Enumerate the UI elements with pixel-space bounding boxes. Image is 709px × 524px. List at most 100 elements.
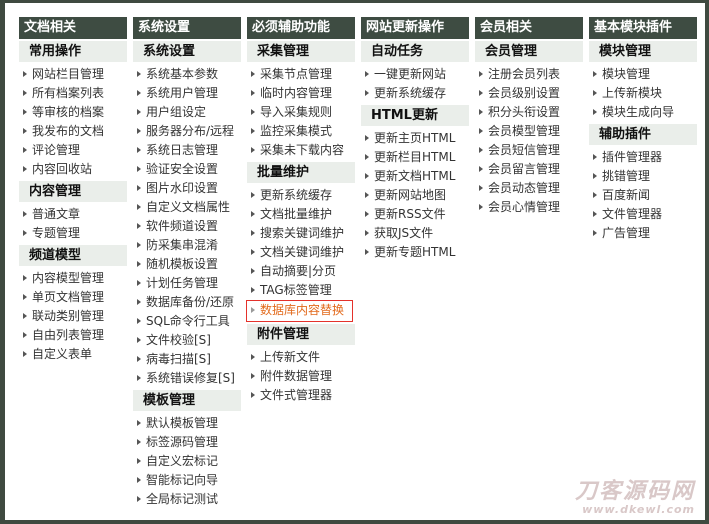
- menu-link[interactable]: 服务器分布/远程: [133, 122, 241, 141]
- menu-link[interactable]: 系统错误修复[S]: [133, 369, 241, 388]
- menu-link[interactable]: 临时内容管理: [247, 84, 355, 103]
- menu-link[interactable]: 会员心情管理: [475, 198, 583, 217]
- menu-link[interactable]: 会员留言管理: [475, 160, 583, 179]
- menu-link[interactable]: 图片水印设置: [133, 179, 241, 198]
- menu-link[interactable]: 联动类别管理: [19, 307, 127, 326]
- column-header[interactable]: 会员相关: [475, 17, 583, 39]
- menu-link[interactable]: 内容回收站: [19, 160, 127, 179]
- menu-link[interactable]: 数据库备份/还原: [133, 293, 241, 312]
- menu-link[interactable]: 防采集串混淆: [133, 236, 241, 255]
- menu-link-label: 文档批量维护: [260, 207, 333, 221]
- menu-link[interactable]: 采集节点管理: [247, 65, 355, 84]
- menu-link[interactable]: 搜索关键词维护: [247, 224, 355, 243]
- column-header[interactable]: 文档相关: [19, 17, 127, 39]
- menu-link-label: 专题管理: [32, 226, 81, 240]
- bullet-arrow-icon: [365, 173, 369, 179]
- column-header[interactable]: 系统设置: [133, 17, 241, 39]
- menu-link[interactable]: 自动摘要|分页: [247, 262, 355, 281]
- menu-link-highlighted[interactable]: 数据库内容替换: [246, 300, 353, 322]
- menu-link-label: 单页文档管理: [32, 290, 105, 304]
- menu-link[interactable]: 更新RSS文件: [361, 205, 469, 224]
- menu-link[interactable]: 自定义表单: [19, 345, 127, 364]
- menu-link[interactable]: 模块生成向导: [589, 103, 697, 122]
- menu-link[interactable]: 获取JS文件: [361, 224, 469, 243]
- menu-link[interactable]: 系统基本参数: [133, 65, 241, 84]
- menu-link[interactable]: 病毒扫描[S]: [133, 350, 241, 369]
- menu-link[interactable]: 挑错管理: [589, 167, 697, 186]
- menu-link[interactable]: 普通文章: [19, 205, 127, 224]
- menu-link[interactable]: 附件数据管理: [247, 367, 355, 386]
- menu-link[interactable]: 会员短信管理: [475, 141, 583, 160]
- menu-link[interactable]: 上传新模块: [589, 84, 697, 103]
- menu-link[interactable]: 全局标记测试: [133, 490, 241, 509]
- menu-link[interactable]: 文件管理器: [589, 205, 697, 224]
- column-header[interactable]: 必须辅助功能: [247, 17, 355, 39]
- section-header: 辅助插件: [589, 124, 697, 145]
- menu-link[interactable]: 注册会员列表: [475, 65, 583, 84]
- column-header[interactable]: 基本模块插件: [589, 17, 697, 39]
- menu-link-label: 一键更新网站: [374, 67, 447, 81]
- menu-link[interactable]: 自由列表管理: [19, 326, 127, 345]
- menu-link[interactable]: 文件校验[S]: [133, 331, 241, 350]
- menu-link[interactable]: 计划任务管理: [133, 274, 241, 293]
- menu-link[interactable]: 系统日志管理: [133, 141, 241, 160]
- menu-link[interactable]: 更新网站地图: [361, 186, 469, 205]
- menu-link[interactable]: 智能标记向导: [133, 471, 241, 490]
- menu-link[interactable]: 所有档案列表: [19, 84, 127, 103]
- menu-link[interactable]: 采集未下载内容: [247, 141, 355, 160]
- menu-link[interactable]: 单页文档管理: [19, 288, 127, 307]
- menu-link[interactable]: 默认模板管理: [133, 414, 241, 433]
- menu-link[interactable]: 网站栏目管理: [19, 65, 127, 84]
- column-header[interactable]: 网站更新操作: [361, 17, 469, 39]
- menu-column-3: 必须辅助功能 采集管理 采集节点管理 临时内容管理 导入采集规则 监控采集模式 采集未下载内…: [246, 17, 355, 405]
- menu-link[interactable]: TAG标签管理: [247, 281, 355, 300]
- menu-link[interactable]: 广告管理: [589, 224, 697, 243]
- menu-link[interactable]: 积分头衔设置: [475, 103, 583, 122]
- menu-link[interactable]: 会员模型管理: [475, 122, 583, 141]
- menu-link[interactable]: 更新栏目HTML: [361, 148, 469, 167]
- menu-link[interactable]: 更新系统缓存: [247, 186, 355, 205]
- menu-link[interactable]: 系统用户管理: [133, 84, 241, 103]
- menu-link[interactable]: 用户组设定: [133, 103, 241, 122]
- bullet-arrow-icon: [365, 135, 369, 141]
- menu-link[interactable]: 上传新文件: [247, 348, 355, 367]
- menu-link[interactable]: 会员级别设置: [475, 84, 583, 103]
- menu-link[interactable]: 随机模板设置: [133, 255, 241, 274]
- menu-link[interactable]: 我发布的文档: [19, 122, 127, 141]
- menu-link[interactable]: 插件管理器: [589, 148, 697, 167]
- menu-link[interactable]: 验证安全设置: [133, 160, 241, 179]
- menu-link[interactable]: 自定义文档属性: [133, 198, 241, 217]
- bullet-arrow-icon: [251, 373, 255, 379]
- menu-column-5: 会员相关 会员管理 注册会员列表 会员级别设置 积分头衔设置 会员模型管理 会员短信管理 会员…: [475, 17, 583, 217]
- menu-link-label: 文件校验[S]: [146, 333, 211, 347]
- bullet-arrow-icon: [593, 230, 597, 236]
- menu-link[interactable]: 更新专题HTML: [361, 243, 469, 262]
- menu-link-label: 图片水印设置: [146, 181, 219, 195]
- menu-link[interactable]: 更新文档HTML: [361, 167, 469, 186]
- menu-link[interactable]: 文档批量维护: [247, 205, 355, 224]
- menu-link[interactable]: 会员动态管理: [475, 179, 583, 198]
- menu-link[interactable]: 评论管理: [19, 141, 127, 160]
- menu-link[interactable]: 更新主页HTML: [361, 129, 469, 148]
- menu-link[interactable]: 内容模型管理: [19, 269, 127, 288]
- menu-link[interactable]: 自定义宏标记: [133, 452, 241, 471]
- menu-link[interactable]: 一键更新网站: [361, 65, 469, 84]
- menu-link[interactable]: 标签源码管理: [133, 433, 241, 452]
- menu-link[interactable]: 软件频道设置: [133, 217, 241, 236]
- menu-link[interactable]: 更新系统缓存: [361, 84, 469, 103]
- bullet-arrow-icon: [251, 192, 255, 198]
- menu-link[interactable]: 监控采集模式: [247, 122, 355, 141]
- menu-link[interactable]: 专题管理: [19, 224, 127, 243]
- menu-link[interactable]: 等审核的档案: [19, 103, 127, 122]
- menu-link[interactable]: 导入采集规则: [247, 103, 355, 122]
- menu-item-list: 网站栏目管理 所有档案列表 等审核的档案 我发布的文档 评论管理内容回收站: [19, 65, 127, 179]
- menu-link[interactable]: 文档关键词维护: [247, 243, 355, 262]
- menu-link-label: 数据库内容替换: [260, 303, 345, 317]
- menu-link-label: 内容回收站: [32, 162, 93, 176]
- menu-link[interactable]: SQL命令行工具: [133, 312, 241, 331]
- menu-link[interactable]: 百度新闻: [589, 186, 697, 205]
- menu-link[interactable]: 文件式管理器: [247, 386, 355, 405]
- menu-link-label: 系统日志管理: [146, 143, 219, 157]
- menu-link-label: 文件式管理器: [260, 388, 333, 402]
- menu-link[interactable]: 模块管理: [589, 65, 697, 84]
